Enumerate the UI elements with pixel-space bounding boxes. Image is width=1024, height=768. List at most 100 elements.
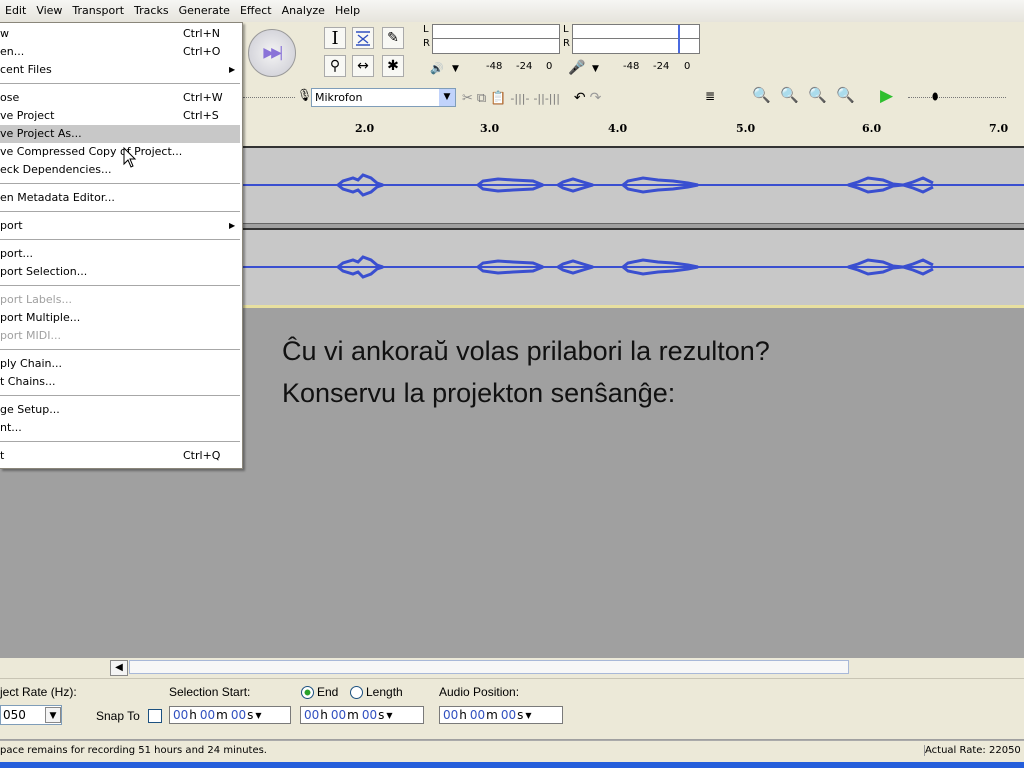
- caption-text: Ĉu vi ankoraŭ volas prilabori la rezulto…: [282, 330, 770, 414]
- timeline-ruler[interactable]: 2.0 3.0 4.0 5.0 6.0 7.0: [243, 116, 1024, 147]
- silence-icon[interactable]: -||-|||: [533, 92, 559, 105]
- trim-icon[interactable]: -|||-: [510, 92, 529, 105]
- selection-start-time[interactable]: 00 h 00 m 00 s ▼: [169, 706, 291, 724]
- dropdown-arrow-icon[interactable]: ▼: [255, 711, 261, 720]
- menu-item-label: t: [0, 449, 5, 462]
- file-menu-item[interactable]: en Metadata Editor...: [0, 189, 240, 207]
- menu-separator: [0, 441, 240, 442]
- play-at-speed-icon[interactable]: ▶: [880, 86, 893, 106]
- file-menu-item[interactable]: eck Dependencies...: [0, 161, 240, 179]
- menu-edit[interactable]: Edit: [0, 0, 31, 22]
- menu-tracks[interactable]: Tracks: [129, 0, 174, 22]
- project-rate-label: ject Rate (Hz):: [0, 685, 77, 699]
- file-menu-item[interactable]: port...: [0, 245, 240, 263]
- ruler-tick: 5.0: [736, 122, 756, 135]
- selection-start-label: Selection Start:: [169, 685, 251, 699]
- menu-effect[interactable]: Effect: [235, 0, 277, 22]
- status-actual-rate: Actual Rate: 22050: [924, 745, 1021, 756]
- file-menu-item[interactable]: t Ctrl+Q: [0, 447, 240, 465]
- input-volume-icon[interactable]: 🎙: [297, 88, 312, 102]
- input-source-value: Mikrofon: [315, 91, 363, 104]
- menu-item-label: eck Dependencies...: [0, 163, 112, 176]
- input-source-select[interactable]: Mikrofon ▼: [311, 88, 456, 107]
- audio-track-channel-1[interactable]: [243, 146, 1024, 224]
- menu-item-label: ose: [0, 91, 20, 104]
- menu-transport[interactable]: Transport: [67, 0, 129, 22]
- horizontal-scrollbar[interactable]: ◀: [0, 658, 1024, 678]
- skip-end-button[interactable]: ▶▶|: [248, 29, 296, 77]
- sync-lock-icon[interactable]: ≣: [705, 89, 715, 103]
- file-menu-item[interactable]: ve Project As...: [0, 125, 240, 143]
- playback-speed-slider[interactable]: ⬮: [908, 92, 1006, 103]
- file-menu-item[interactable]: en... Ctrl+O: [0, 43, 240, 61]
- redo-icon[interactable]: ↷: [590, 90, 602, 106]
- caption-line-2: Konservu la projekton senŝanĝe:: [282, 378, 676, 408]
- meter-right-label: R: [563, 38, 570, 49]
- end-radio[interactable]: [301, 686, 314, 699]
- paste-icon[interactable]: 📋: [490, 91, 506, 106]
- file-menu-item[interactable]: port Multiple...: [0, 309, 240, 327]
- menu-analyze[interactable]: Analyze: [277, 0, 330, 22]
- snap-to-checkbox[interactable]: [148, 709, 162, 723]
- file-menu-item[interactable]: w Ctrl+N: [0, 25, 240, 43]
- selection-end-time[interactable]: 00 h 00 m 00 s ▼: [300, 706, 424, 724]
- length-radio[interactable]: [350, 686, 363, 699]
- fit-selection-icon[interactable]: 🔍: [808, 86, 827, 104]
- mouse-cursor-icon: [123, 146, 137, 172]
- menu-separator: [0, 349, 240, 350]
- selection-tool-icon[interactable]: I: [324, 27, 346, 49]
- ruler-tick: 6.0: [862, 122, 882, 135]
- file-menu-item[interactable]: nt...: [0, 419, 240, 437]
- meter-left-label: L: [423, 24, 429, 35]
- menu-item-label: cent Files: [0, 63, 52, 76]
- menu-item-label: w: [0, 27, 9, 40]
- menu-item-label: ge Setup...: [0, 403, 60, 416]
- speaker-icon[interactable]: 🔊: [430, 62, 444, 75]
- file-menu-item[interactable]: ose Ctrl+W: [0, 89, 240, 107]
- slider-thumb[interactable]: ⬮: [932, 92, 938, 103]
- timeshift-tool-icon[interactable]: ↔: [352, 55, 374, 77]
- menu-item-label: en...: [0, 45, 25, 58]
- file-menu-item[interactable]: t Chains...: [0, 373, 240, 391]
- scroll-left-icon[interactable]: ◀: [110, 660, 128, 676]
- chevron-down-icon: ▼: [45, 707, 61, 723]
- menu-separator: [0, 211, 240, 212]
- meter-scale: -24: [653, 61, 670, 72]
- mixer-slider-track[interactable]: [243, 97, 295, 99]
- playback-meter[interactable]: [432, 24, 560, 54]
- dropdown-arrow-icon[interactable]: ▼: [525, 711, 531, 720]
- multi-tool-icon[interactable]: ✱: [382, 55, 404, 77]
- zoom-tool-icon[interactable]: ⚲: [324, 55, 346, 77]
- menu-item-label: ve Project As...: [0, 127, 82, 140]
- microphone-icon[interactable]: 🎤: [568, 60, 585, 76]
- project-rate-select[interactable]: 050 ▼: [0, 705, 62, 725]
- cut-icon[interactable]: ✂: [462, 91, 473, 106]
- dropdown-arrow-icon[interactable]: ▼: [386, 711, 392, 720]
- file-menu-item[interactable]: port Selection...: [0, 263, 240, 281]
- copy-icon[interactable]: ⧉: [477, 91, 486, 106]
- menu-help[interactable]: Help: [330, 0, 365, 22]
- ruler-tick: 7.0: [989, 122, 1009, 135]
- audio-track-channel-2[interactable]: [243, 228, 1024, 308]
- audio-position-time[interactable]: 00 h 00 m 00 s ▼: [439, 706, 563, 724]
- meter-scale: -24: [516, 61, 533, 72]
- draw-tool-icon[interactable]: ✎: [382, 27, 404, 49]
- dropdown-arrow-icon[interactable]: ▼: [452, 64, 459, 74]
- menu-generate[interactable]: Generate: [174, 0, 235, 22]
- zoom-out-icon[interactable]: 🔍: [780, 86, 799, 104]
- file-menu-item[interactable]: ve Project Ctrl+S: [0, 107, 240, 125]
- menu-view[interactable]: View: [31, 0, 67, 22]
- undo-icon[interactable]: ↶: [574, 90, 586, 106]
- file-menu-item[interactable]: port ▶: [0, 217, 240, 235]
- scroll-thumb[interactable]: [129, 660, 849, 674]
- envelope-tool-icon[interactable]: [352, 27, 374, 49]
- fit-project-icon[interactable]: 🔍: [836, 86, 855, 104]
- file-menu-item[interactable]: cent Files ▶: [0, 61, 240, 79]
- menu-item-label: port MIDI...: [0, 329, 61, 342]
- file-menu-item[interactable]: ve Compressed Copy of Project...: [0, 143, 240, 161]
- record-meter[interactable]: [572, 24, 700, 54]
- zoom-in-icon[interactable]: 🔍: [752, 86, 771, 104]
- dropdown-arrow-icon[interactable]: ▼: [592, 64, 599, 74]
- file-menu-item[interactable]: ply Chain...: [0, 355, 240, 373]
- file-menu-item[interactable]: ge Setup...: [0, 401, 240, 419]
